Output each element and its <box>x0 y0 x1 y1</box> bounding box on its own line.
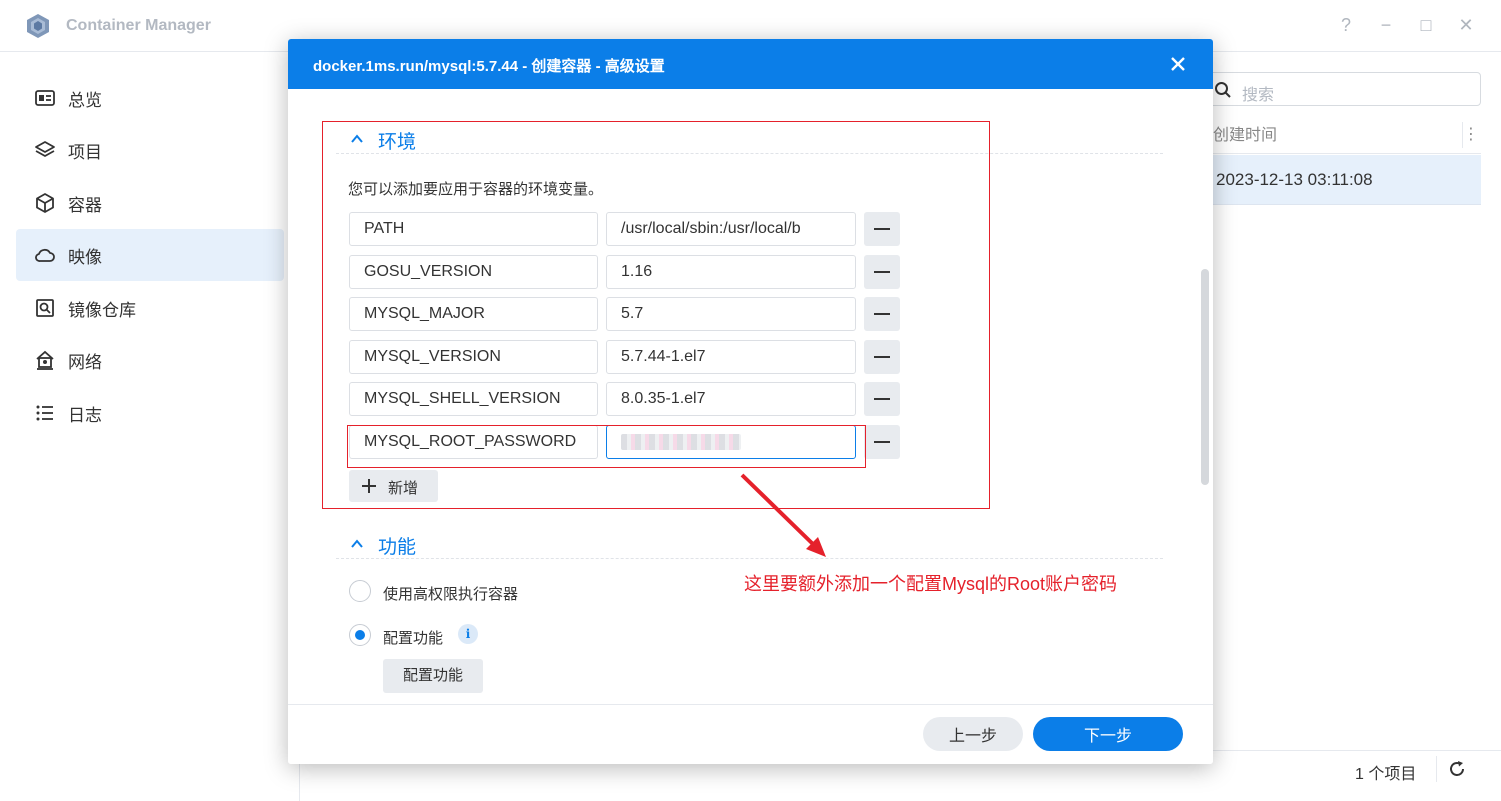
sidebar-item-label: 总览 <box>68 90 102 110</box>
sidebar-item-label: 项目 <box>68 142 102 162</box>
chevron-up-icon <box>351 539 363 548</box>
list-icon <box>36 405 53 421</box>
sidebar-item-overview[interactable]: 总览 <box>16 72 284 124</box>
sidebar-item-registry[interactable]: 镜像仓库 <box>16 282 284 334</box>
overview-icon <box>35 90 55 106</box>
table-row[interactable]: 2023-12-13 03:11:08 <box>1213 155 1481 205</box>
container-manager-logo-icon <box>27 14 49 38</box>
configure-capability-button[interactable]: 配置功能 <box>383 659 483 693</box>
sidebar-item-container[interactable]: 容器 <box>16 177 284 229</box>
capability-label: 配置功能 <box>383 630 444 647</box>
sidebar-item-image[interactable]: 映像 <box>16 229 284 281</box>
refresh-icon <box>1450 761 1464 776</box>
column-header-created-time[interactable]: 创建时间 <box>1213 118 1481 154</box>
cube-icon <box>36 193 54 213</box>
sidebar-item-log[interactable]: 日志 <box>16 387 284 439</box>
refresh-button[interactable] <box>1436 756 1474 782</box>
sidebar-item-label: 映像 <box>68 247 102 267</box>
dialog-header: docker.1ms.run/mysql:5.7.44 - 创建容器 - 高级设… <box>288 39 1213 89</box>
info-icon[interactable]: i <box>458 624 478 644</box>
registry-search-icon <box>36 299 54 317</box>
layers-icon <box>35 141 55 157</box>
maximize-icon[interactable]: □ <box>1415 14 1437 36</box>
privileged-radio[interactable] <box>349 580 371 602</box>
column-menu-icon[interactable]: ⋮ <box>1462 122 1479 148</box>
sidebar-item-label: 容器 <box>68 195 102 215</box>
search-input[interactable]: 搜索 <box>1207 72 1481 106</box>
minimize-icon[interactable]: − <box>1375 14 1397 36</box>
previous-button[interactable]: 上一步 <box>923 717 1023 751</box>
search-icon <box>1215 82 1231 98</box>
capability-radio[interactable] <box>349 624 371 646</box>
close-icon[interactable] <box>1166 52 1190 76</box>
dialog-scrollbar[interactable] <box>1201 269 1209 485</box>
cloud-icon <box>35 248 55 262</box>
feature-section-title: 功能 <box>378 537 417 558</box>
annotation-text: 这里要额外添加一个配置Mysql的Root账户密码 <box>744 574 1118 594</box>
help-icon[interactable]: ? <box>1335 14 1357 36</box>
close-window-icon[interactable]: ✕ <box>1455 14 1477 36</box>
sidebar-item-label: 镜像仓库 <box>68 300 136 320</box>
app-title: Container Manager <box>66 17 211 34</box>
search-placeholder: 搜索 <box>1242 87 1275 104</box>
root-password-highlight-box <box>347 425 866 468</box>
sidebar-item-label: 网络 <box>68 352 102 372</box>
dialog-footer: 上一步 下一步 <box>288 704 1213 764</box>
sidebar-item-label: 日志 <box>68 405 102 425</box>
dialog-title: docker.1ms.run/mysql:5.7.44 - 创建容器 - 高级设… <box>313 58 665 75</box>
sidebar: 总览 项目 容器 映像 镜像仓库 网络 日志 <box>0 52 300 801</box>
network-home-icon <box>36 350 54 370</box>
next-button[interactable]: 下一步 <box>1033 717 1183 751</box>
sidebar-item-network[interactable]: 网络 <box>16 334 284 386</box>
created-time-cell: 2023-12-13 03:11:08 <box>1216 170 1373 189</box>
item-count: 1 个项目 <box>1355 766 1417 783</box>
annotation-arrow-icon <box>740 473 826 557</box>
sidebar-item-project[interactable]: 项目 <box>16 124 284 176</box>
privileged-label: 使用高权限执行容器 <box>383 586 519 603</box>
